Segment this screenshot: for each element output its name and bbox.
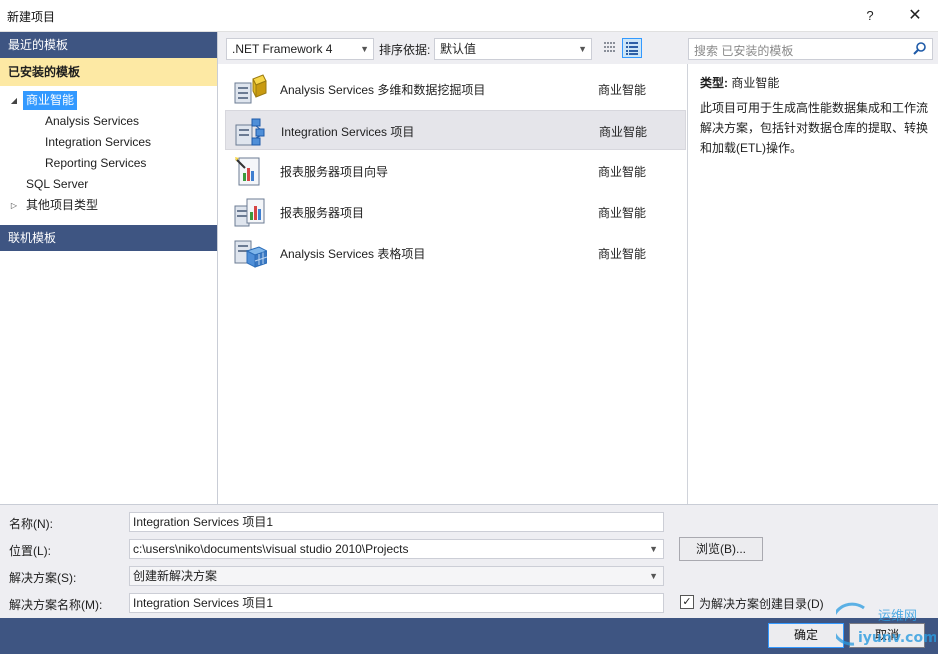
tree-item-label: SQL Server (26, 177, 89, 191)
solution-name-label: 解决方案名称(M): (9, 598, 103, 612)
tree-item-other-project-types[interactable]: ▷ 其他项目类型 (0, 195, 217, 216)
recent-templates-header[interactable]: 最近的模板 (0, 32, 217, 58)
watermark-logo: 运维网 iyunv.com (830, 598, 938, 650)
template-category: 商业智能 (598, 206, 647, 220)
installed-templates-header[interactable]: 已安装的模板 (0, 58, 217, 86)
template-name: Integration Services 项目 (281, 125, 415, 139)
template-details: 类型: 商业智能 此项目可用于生成高性能数据集成和工作流解决方案，包括针对数据仓… (687, 64, 938, 504)
template-type: 类型: 商业智能 (700, 74, 779, 91)
chevron-down-icon: ▼ (649, 571, 658, 581)
project-form: 名称(N): Integration Services 项目1 位置(L): c… (0, 504, 938, 618)
chevron-down-icon[interactable]: ▼ (649, 540, 658, 558)
template-row[interactable]: 报表服务器项目 商业智能 (225, 192, 686, 232)
small-icons-view-icon[interactable] (600, 38, 620, 58)
type-label: 类型: (700, 76, 728, 90)
location-value: c:\users\niko\documents\visual studio 20… (133, 542, 409, 556)
ok-button[interactable]: 确定 (768, 623, 844, 648)
sort-value: 默认值 (440, 42, 477, 56)
integration-services-icon (234, 115, 268, 147)
template-row[interactable]: Analysis Services 表格项目 商业智能 (225, 233, 686, 273)
framework-select[interactable]: .NET Framework 4 ▼ (226, 38, 374, 60)
chevron-down-icon: ▼ (360, 44, 369, 54)
browse-button[interactable]: 浏览(B)... (679, 537, 763, 561)
solution-name-field[interactable]: Integration Services 项目1 (129, 593, 664, 613)
template-description: 此项目可用于生成高性能数据集成和工作流解决方案，包括针对数据仓库的提取、转换和加… (700, 101, 929, 155)
help-button[interactable]: ? (855, 4, 885, 28)
template-list: Analysis Services 多维和数据挖掘项目 商业智能 Integra… (219, 64, 687, 504)
template-name: 报表服务器项目向导 (280, 165, 389, 179)
template-tree: ◢ 商业智能 Analysis Services Integration Ser… (0, 86, 217, 216)
solution-label: 解决方案(S): (9, 571, 77, 585)
template-name: Analysis Services 多维和数据挖掘项目 (280, 83, 486, 97)
framework-value: .NET Framework 4 (232, 42, 333, 56)
tree-item-label: 其他项目类型 (26, 198, 99, 212)
template-category: 商业智能 (598, 247, 647, 261)
create-directory-checkbox[interactable]: ✓ (680, 595, 694, 609)
watermark-line1: 运维网 (878, 609, 917, 624)
tree-item-label: Analysis Services (45, 114, 140, 128)
name-label: 名称(N): (9, 517, 53, 531)
location-label: 位置(L): (9, 544, 52, 558)
window-title: 新建项目 (7, 10, 56, 24)
create-directory-label[interactable]: 为解决方案创建目录(D) (699, 595, 824, 612)
chevron-down-icon: ▼ (578, 44, 587, 54)
tree-item-label: 商业智能 (23, 91, 78, 110)
sort-label: 排序依据: (379, 43, 431, 57)
title-bar: 新建项目 ? ✕ (0, 0, 938, 32)
search-placeholder: 搜索 已安装的模板 (694, 44, 794, 58)
tree-item-sql-server[interactable]: SQL Server (0, 174, 217, 195)
watermark-line2: iyunv.com (858, 630, 936, 646)
template-row[interactable]: Integration Services 项目 商业智能 (225, 110, 686, 150)
tree-item-label: Reporting Services (45, 156, 147, 170)
template-row[interactable]: 报表服务器项目向导 商业智能 (225, 151, 686, 191)
search-icon[interactable] (912, 41, 928, 57)
template-row[interactable]: Analysis Services 多维和数据挖掘项目 商业智能 (225, 69, 686, 109)
list-view-icon[interactable] (622, 38, 642, 58)
location-field[interactable]: c:\users\niko\documents\visual studio 20… (129, 539, 664, 559)
analysis-cube-icon (233, 73, 267, 105)
tree-item-reporting-services[interactable]: Reporting Services (0, 153, 217, 174)
tree-item-analysis-services[interactable]: Analysis Services (0, 111, 217, 132)
sort-select[interactable]: 默认值 ▼ (434, 38, 592, 60)
report-project-icon (233, 196, 267, 228)
template-category: 商业智能 (598, 83, 647, 97)
tree-item-label: Integration Services (45, 135, 152, 149)
online-templates-header[interactable]: 联机模板 (0, 225, 217, 251)
report-wizard-icon (233, 155, 267, 187)
solution-select[interactable]: 创建新解决方案 ▼ (129, 566, 664, 586)
tree-item-bi[interactable]: ◢ 商业智能 (0, 90, 217, 111)
template-toolbar: .NET Framework 4 ▼ 排序依据: 默认值 ▼ 搜索 已安装的模板 (218, 32, 938, 64)
template-name: 报表服务器项目 (280, 206, 365, 220)
expand-arrow-icon[interactable]: ◢ (8, 90, 20, 111)
template-sidebar: 最近的模板 已安装的模板 ◢ 商业智能 Analysis Services In… (0, 32, 218, 504)
tree-item-integration-services[interactable]: Integration Services (0, 132, 217, 153)
template-name: Analysis Services 表格项目 (280, 247, 426, 261)
tabular-project-icon (233, 237, 269, 269)
solution-value: 创建新解决方案 (133, 569, 218, 583)
type-value: 商业智能 (731, 76, 780, 90)
template-search[interactable]: 搜索 已安装的模板 (688, 38, 933, 60)
template-category: 商业智能 (599, 125, 648, 139)
template-category: 商业智能 (598, 165, 647, 179)
close-button[interactable]: ✕ (900, 4, 930, 28)
name-field[interactable]: Integration Services 项目1 (129, 512, 664, 532)
dialog-footer: 确定 取消 (0, 618, 938, 654)
collapse-arrow-icon[interactable]: ▷ (8, 195, 20, 216)
